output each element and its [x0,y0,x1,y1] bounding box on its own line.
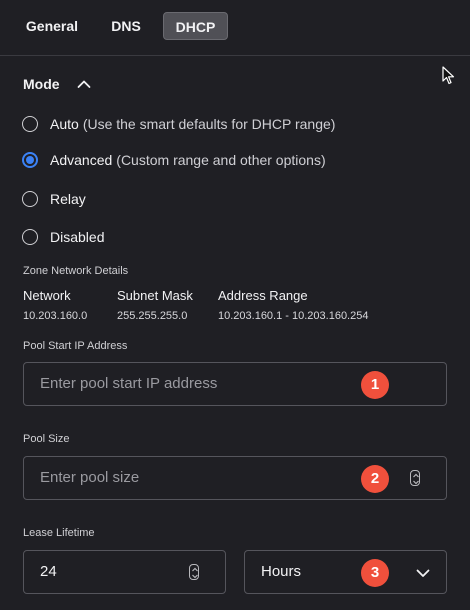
mode-option-disabled[interactable]: Disabled [22,227,104,247]
annotation-badge-2: 2 [361,465,389,493]
tab-bar: General DNS DHCP [0,0,470,56]
pool-size-placeholder: Enter pool size [40,469,140,486]
stepper-icon[interactable] [189,564,199,580]
radio-label: Disabled [50,229,105,245]
radio-auto[interactable] [22,116,38,132]
chevron-up-icon[interactable] [76,76,92,92]
lease-lifetime-label: Lease Lifetime [23,527,95,539]
network-header: Network [23,288,71,303]
mode-title: Mode [23,76,60,92]
mode-option-relay[interactable]: Relay [22,189,86,209]
tab-dns[interactable]: DNS [98,12,154,40]
chevron-down-icon[interactable] [415,565,431,581]
stepper-icon[interactable] [410,470,420,486]
pool-start-input[interactable]: Enter pool start IP address 1 [23,362,447,406]
address-range-header: Address Range [218,288,308,303]
pool-start-placeholder: Enter pool start IP address [40,375,218,392]
tab-dhcp[interactable]: DHCP [163,12,228,40]
radio-description: (Custom range and other options) [116,152,326,168]
mouse-cursor-icon [442,66,455,85]
radio-label: Advanced [50,152,113,168]
pool-size-input[interactable]: Enter pool size 2 [23,456,447,500]
mode-section-header[interactable]: Mode [23,73,92,95]
mode-option-auto[interactable]: Auto (Use the smart defaults for DHCP ra… [22,114,335,134]
radio-advanced[interactable] [22,152,38,168]
lease-unit-value: Hours [261,563,302,580]
radio-disabled[interactable] [22,229,38,245]
subnet-mask-header: Subnet Mask [117,288,193,303]
lease-value-input[interactable]: 24 [23,550,226,594]
lease-value: 24 [40,563,57,580]
pool-size-label: Pool Size [23,433,70,445]
zone-details-title: Zone Network Details [23,265,129,277]
mode-option-advanced[interactable]: Advanced (Custom range and other options… [22,150,326,170]
address-range-value: 10.203.160.1 - 10.203.160.254 [218,310,369,322]
radio-label: Relay [50,191,86,207]
annotation-badge-3: 3 [361,559,389,587]
radio-relay[interactable] [22,191,38,207]
lease-unit-select[interactable]: Hours 3 [244,550,447,594]
pool-start-label: Pool Start IP Address [23,340,128,352]
subnet-mask-value: 255.255.255.0 [117,310,188,322]
network-value: 10.203.160.0 [23,310,88,322]
radio-description: (Use the smart defaults for DHCP range) [82,116,336,132]
tab-general[interactable]: General [14,12,90,40]
annotation-badge-1: 1 [361,371,389,399]
radio-label: Auto [50,116,79,132]
